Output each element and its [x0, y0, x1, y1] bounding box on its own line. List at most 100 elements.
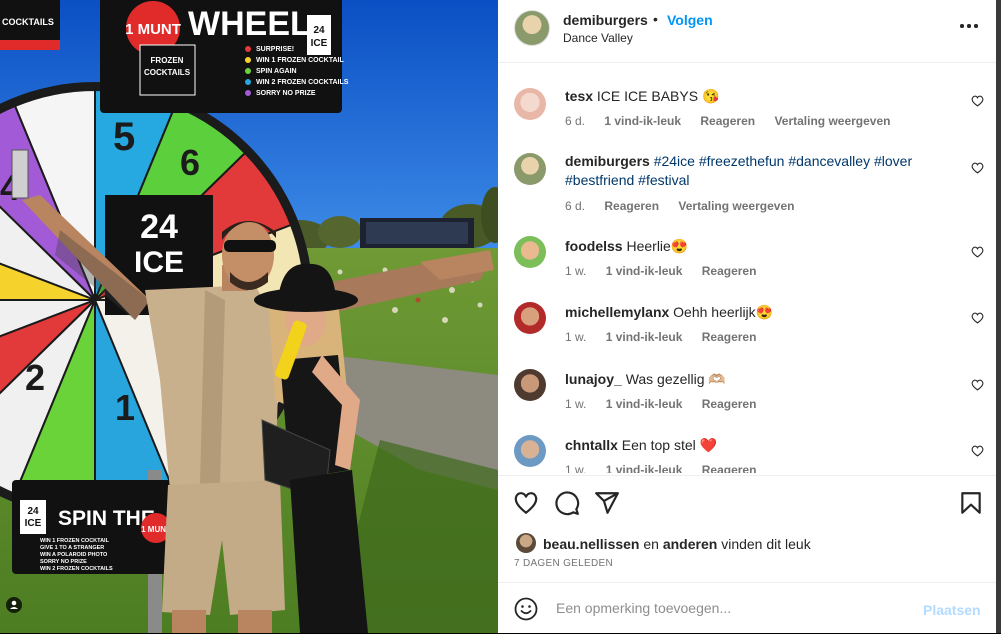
reply-button[interactable]: Reageren — [604, 199, 659, 213]
commenter-avatar[interactable] — [514, 435, 546, 467]
like-comment-heart-icon[interactable] — [971, 162, 984, 174]
like-comment-heart-icon[interactable] — [971, 246, 984, 258]
svg-text:5: 5 — [113, 115, 135, 159]
commenter-avatar[interactable] — [514, 236, 546, 268]
reply-button[interactable]: Reageren — [700, 114, 755, 128]
comment-text: chntallx Een top stel ❤️ — [565, 436, 945, 455]
bookmark-icon[interactable] — [958, 490, 984, 516]
comment-username[interactable]: lunajoy_ — [565, 371, 622, 387]
svg-text:ICE: ICE — [134, 246, 184, 279]
user-tag-icon[interactable] — [6, 597, 22, 613]
like-comment-heart-icon[interactable] — [971, 379, 984, 391]
comment-time: 1 w. — [565, 463, 587, 473]
comment-meta: 1 w. 1 vind-ik-leuk Reageren — [565, 264, 772, 278]
sign-rule: WIN 2 FROZEN COCKTAILS — [256, 79, 349, 86]
liked-by-user[interactable]: beau.nellissen — [543, 536, 639, 552]
add-comment-bar: Plaatsen — [498, 582, 996, 634]
sign-title: WHEEL — [188, 5, 311, 43]
commenter-avatar[interactable] — [514, 302, 546, 334]
svg-text:FROZEN: FROZEN — [151, 56, 184, 65]
post-header: demiburgers • Volgen Dance Valley — [498, 0, 996, 63]
comment-time: 6 d. — [565, 114, 586, 128]
share-icon[interactable] — [594, 490, 620, 516]
sign-price: 1 MUNT — [125, 21, 181, 38]
instagram-post-modal: 5 6 4 3 2 1 24 ICE 1 MUNT WHEEL 24 ICE — [0, 0, 1001, 633]
comment-meta: 6 d. 1 vind-ik-leuk Reageren Vertaling w… — [565, 114, 907, 128]
sign-rule: SORRY NO PRIZE — [256, 90, 316, 97]
comment-input[interactable] — [554, 599, 908, 617]
post-comment-button[interactable]: Plaatsen — [923, 602, 981, 618]
author-username[interactable]: demiburgers — [563, 12, 648, 28]
comment-username[interactable]: demiburgers — [565, 153, 650, 169]
comment-username[interactable]: foodelss — [565, 238, 623, 254]
like-comment-heart-icon[interactable] — [971, 445, 984, 457]
comment-likes[interactable]: 1 vind-ik-leuk — [606, 397, 683, 411]
wheel-hub-brand: 24 — [140, 208, 178, 246]
svg-text:COCKTAILS: COCKTAILS — [144, 68, 191, 77]
liked-by-joiner: en — [643, 536, 659, 552]
reply-button[interactable]: Reageren — [702, 264, 757, 278]
post-details-panel: demiburgers • Volgen Dance Valley tesx I… — [498, 0, 996, 633]
commenter-avatar[interactable] — [514, 88, 546, 120]
comment-text: lunajoy_ Was gezellig 🫶🏼 — [565, 370, 945, 389]
comment-time: 1 w. — [565, 397, 587, 411]
comment-time: 6 d. — [565, 199, 586, 213]
comment-likes[interactable]: 1 vind-ik-leuk — [606, 264, 683, 278]
liked-by-others[interactable]: anderen — [663, 536, 717, 552]
follow-button[interactable]: Volgen — [667, 12, 713, 28]
comment-likes[interactable]: 1 vind-ik-leuk — [606, 330, 683, 344]
sign-rule: SURPRISE! — [256, 46, 294, 53]
bottom-rule: SORRY NO PRIZE — [40, 559, 87, 565]
comment-body: Was gezellig 🫶🏼 — [625, 371, 726, 387]
liked-by-text: beau.nellissen en anderen vinden dit leu… — [543, 536, 811, 552]
heart-icon[interactable] — [513, 490, 539, 516]
post-date[interactable]: 7 DAGEN GELEDEN — [514, 558, 613, 569]
translate-button[interactable]: Vertaling weergeven — [774, 114, 890, 128]
svg-text:6: 6 — [180, 142, 200, 183]
post-actions: beau.nellissen en anderen vinden dit leu… — [498, 475, 996, 582]
comment-text: foodelss Heerlie😍 — [565, 237, 945, 256]
bottom-rule: WIN 1 FROZEN COCKTAIL — [40, 538, 110, 544]
comment-text: tesx ICE ICE BABYS 😘 — [565, 87, 945, 106]
svg-text:ICE: ICE — [311, 38, 328, 49]
sign-rule: SPIN AGAIN — [256, 68, 297, 75]
more-horizontal-icon[interactable] — [959, 22, 979, 30]
svg-text:ICE: ICE — [25, 518, 42, 529]
comment-likes[interactable]: 1 vind-ik-leuk — [604, 114, 681, 128]
reply-button[interactable]: Reageren — [702, 463, 757, 473]
svg-text:24: 24 — [313, 25, 325, 36]
comment-likes[interactable]: 1 vind-ik-leuk — [606, 463, 683, 473]
comments-list[interactable]: tesx ICE ICE BABYS 😘 6 d. 1 vind-ik-leuk… — [498, 63, 996, 473]
reply-button[interactable]: Reageren — [702, 397, 757, 411]
liker-avatar[interactable] — [516, 533, 536, 553]
comment-username[interactable]: tesx — [565, 88, 593, 104]
like-comment-heart-icon[interactable] — [971, 95, 984, 107]
emoji-icon[interactable] — [514, 597, 538, 621]
comment-time: 1 w. — [565, 264, 587, 278]
comment-meta: 1 w. 1 vind-ik-leuk Reageren — [565, 397, 772, 411]
comment-time: 1 w. — [565, 330, 587, 344]
commenter-avatar[interactable] — [514, 153, 546, 185]
sign-rule: WIN 1 FROZEN COCKTAIL — [256, 57, 344, 64]
bottom-rule: GIVE 1 TO A STRANGER — [40, 545, 104, 551]
comment-meta: 1 w. 1 vind-ik-leuk Reageren — [565, 330, 772, 344]
commenter-avatar[interactable] — [514, 369, 546, 401]
comment-username[interactable]: michellemylanx — [565, 304, 669, 320]
comment-body: ICE ICE BABYS 😘 — [596, 88, 720, 104]
bottom-rule: WIN 2 FROZEN COCKTAILS — [40, 566, 113, 572]
header-separator: • — [653, 11, 658, 27]
translate-button[interactable]: Vertaling weergeven — [678, 199, 794, 213]
comment-body: Oehh heerlijk😍 — [673, 304, 774, 320]
author-avatar[interactable] — [514, 10, 550, 46]
festival-photo-illustration: 5 6 4 3 2 1 24 ICE 1 MUNT WHEEL 24 ICE — [0, 0, 498, 633]
like-comment-heart-icon[interactable] — [971, 312, 984, 324]
liked-by-suffix: vinden dit leuk — [721, 536, 811, 552]
reply-button[interactable]: Reageren — [702, 330, 757, 344]
comment-icon[interactable] — [554, 490, 580, 516]
comment-body: Heerlie😍 — [626, 238, 689, 254]
post-location[interactable]: Dance Valley — [563, 31, 633, 45]
post-photo[interactable]: 5 6 4 3 2 1 24 ICE 1 MUNT WHEEL 24 ICE — [0, 0, 498, 633]
bottom-rule: WIN A POLAROID PHOTO — [40, 552, 108, 558]
comment-username[interactable]: chntallx — [565, 437, 618, 453]
background-edge — [996, 0, 1001, 633]
